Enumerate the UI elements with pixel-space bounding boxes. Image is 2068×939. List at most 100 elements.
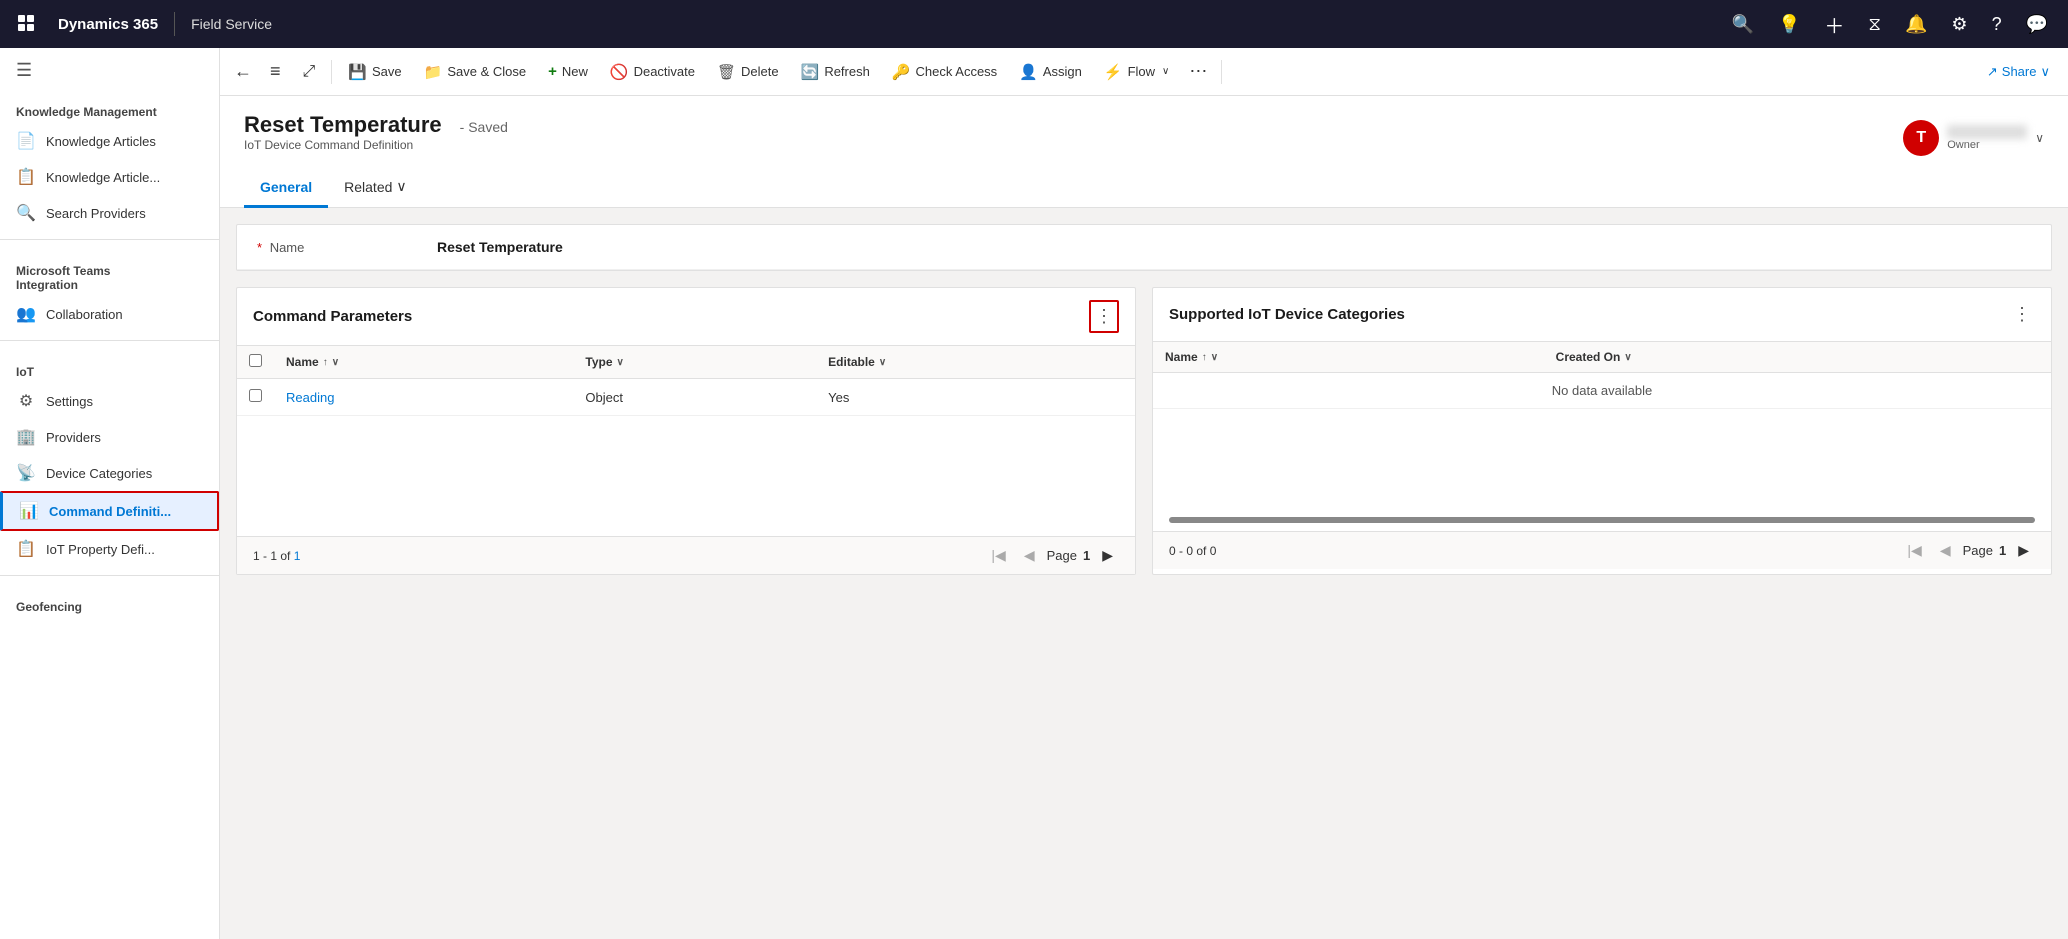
deactivate-button[interactable]: 🚫 Deactivate <box>600 57 705 87</box>
flow-dropdown-arrow: ∨ <box>1162 66 1169 77</box>
plus-icon[interactable]: ＋ <box>1816 6 1852 43</box>
filter-icon[interactable]: ⧖ <box>1860 10 1889 39</box>
col-type-header[interactable]: Type ∨ <box>585 355 804 369</box>
content-area: ← ≡ ⤢ 💾 Save 📁 Save & Close + New 🚫 <box>220 48 2068 939</box>
delete-label: Delete <box>741 64 779 79</box>
tab-general[interactable]: General <box>244 169 328 208</box>
share-dropdown-arrow: ∨ <box>2040 64 2050 80</box>
expand-icon[interactable]: ⤢ <box>293 57 326 87</box>
grid-apps-icon[interactable] <box>12 9 42 39</box>
check-access-label: Check Access <box>916 64 998 79</box>
command-bar: ← ≡ ⤢ 💾 Save 📁 Save & Close + New 🚫 <box>220 48 2068 96</box>
back-button[interactable]: ← <box>228 55 258 88</box>
tab-related[interactable]: Related ∨ <box>328 168 423 208</box>
sidebar-item-knowledge-articles-2[interactable]: 📋 Knowledge Article... <box>0 159 219 195</box>
reading-link[interactable]: Reading <box>286 390 334 405</box>
select-all-checkbox[interactable] <box>249 354 262 367</box>
sidebar-item-settings[interactable]: ⚙ Settings <box>0 383 219 419</box>
flow-button[interactable]: ⚡ Flow ∨ <box>1094 57 1179 87</box>
row-editable-cell: Yes <box>816 379 1135 416</box>
page-first-button[interactable]: |◀ <box>985 545 1011 566</box>
count-text: 1 - 1 of <box>253 549 294 563</box>
sidebar-item-search-providers[interactable]: 🔍 Search Providers <box>0 195 219 231</box>
share-button[interactable]: ↗ Share ∨ <box>1977 58 2060 86</box>
delete-button[interactable]: 🗑 Delete <box>707 57 789 87</box>
settings-sidebar-icon: ⚙ <box>16 391 36 411</box>
save-close-button[interactable]: 📁 Save & Close <box>414 57 536 87</box>
cat-page-next-button[interactable]: ▶ <box>2012 540 2035 561</box>
page-title-line: Reset Temperature - Saved <box>244 112 508 138</box>
sidebar-item-iot-property-defs[interactable]: 📋 IoT Property Defi... <box>0 531 219 567</box>
owner-avatar: T <box>1903 120 1939 156</box>
horizontal-scrollbar[interactable] <box>1169 517 2035 523</box>
chat-icon[interactable]: 💬 <box>2018 10 2056 39</box>
hamburger-icon[interactable]: ☰ <box>16 60 32 81</box>
grid-panels: Command Parameters ⋮ <box>236 287 2052 575</box>
form-label-name: * Name <box>257 240 437 255</box>
assign-button[interactable]: 👤 Assign <box>1009 57 1092 87</box>
search-icon[interactable]: 🔍 <box>1724 10 1762 39</box>
divider-1 <box>0 239 219 240</box>
command-parameters-spacer <box>237 416 1135 536</box>
device-categories-icon: 📡 <box>16 463 36 483</box>
page-title-row: Reset Temperature - Saved IoT Device Com… <box>244 112 2044 164</box>
col-name-header[interactable]: Name ↑ ∨ <box>286 355 561 369</box>
bell-icon[interactable]: 🔔 <box>1897 10 1935 39</box>
flow-label: Flow <box>1128 64 1155 79</box>
sidebar-item-knowledge-articles[interactable]: 📄 Knowledge Articles <box>0 123 219 159</box>
cat-col-created-header[interactable]: Created On ∨ <box>1556 350 2039 364</box>
cat-col-created-label: Created On <box>1556 350 1621 364</box>
help-icon[interactable]: ? <box>1984 10 2010 39</box>
sidebar-item-label-settings: Settings <box>46 394 203 409</box>
form-row-name: * Name Reset Temperature <box>237 225 2051 270</box>
col-editable-chevron: ∨ <box>879 357 886 368</box>
form-value-name[interactable]: Reset Temperature <box>437 239 563 255</box>
sidebar-item-command-definitions[interactable]: 📊 Command Definiti... <box>0 491 219 531</box>
row-checkbox[interactable] <box>249 389 262 402</box>
refresh-button[interactable]: 🔄 Refresh <box>791 57 880 87</box>
supported-categories-menu-icon[interactable]: ⋮ <box>2009 300 2035 329</box>
brand-name[interactable]: Dynamics 365 <box>58 16 158 33</box>
col-editable-header[interactable]: Editable ∨ <box>828 355 1123 369</box>
sidebar-item-collaboration[interactable]: 👥 Collaboration <box>0 296 219 332</box>
lightbulb-icon[interactable]: 💡 <box>1770 10 1808 39</box>
supported-categories-table: Name ↑ ∨ Created On ∨ <box>1153 342 2051 409</box>
assign-icon: 👤 <box>1019 63 1038 81</box>
search-providers-icon: 🔍 <box>16 203 36 223</box>
divider-3 <box>0 575 219 576</box>
col-name-chevron: ∨ <box>332 357 339 368</box>
section-teams: Microsoft TeamsIntegration <box>0 248 219 296</box>
page-next-button[interactable]: ▶ <box>1096 545 1119 566</box>
more-icon: ⋯ <box>1189 61 1207 82</box>
cat-footer-count: 0 - 0 of 0 <box>1169 544 1216 558</box>
command-parameters-menu-icon[interactable]: ⋮ <box>1089 300 1119 333</box>
page-prev-button[interactable]: ◀ <box>1018 545 1041 566</box>
collaboration-icon: 👥 <box>16 304 36 324</box>
col-checkbox <box>237 346 274 379</box>
more-button[interactable]: ⋯ <box>1181 55 1215 88</box>
sidebar-item-providers[interactable]: 🏢 Providers <box>0 419 219 455</box>
check-access-button[interactable]: 🔑 Check Access <box>882 57 1007 87</box>
sidebar-header: ☰ <box>0 48 219 89</box>
cat-page-prev-button[interactable]: ◀ <box>1934 540 1957 561</box>
page-saved-status: - Saved <box>460 119 508 135</box>
row-checkbox-cell <box>237 379 274 416</box>
share-icon: ↗ <box>1987 64 1998 80</box>
sidebar-item-device-categories[interactable]: 📡 Device Categories <box>0 455 219 491</box>
sidebar-item-label-command-definitions: Command Definiti... <box>49 504 201 519</box>
owner-name[interactable] <box>1947 125 2027 139</box>
cat-page-first-button[interactable]: |◀ <box>1901 540 1927 561</box>
save-button[interactable]: 💾 Save <box>338 57 411 87</box>
sidebar-item-label-device-categories: Device Categories <box>46 466 203 481</box>
cat-page-label: Page <box>1963 543 1993 558</box>
count-link[interactable]: 1 <box>294 549 301 563</box>
command-parameters-header: Command Parameters ⋮ <box>237 288 1135 346</box>
owner-chevron-icon[interactable]: ∨ <box>2035 131 2044 145</box>
new-button[interactable]: + New <box>538 57 598 86</box>
list-view-icon[interactable]: ≡ <box>260 55 291 88</box>
sort-asc-icon: ↑ <box>323 357 328 368</box>
settings-icon[interactable]: ⚙ <box>1943 10 1975 39</box>
cat-col-name-header[interactable]: Name ↑ ∨ <box>1165 350 1532 364</box>
cat-col-created: Created On ∨ <box>1544 342 2051 373</box>
supported-categories-title: Supported IoT Device Categories <box>1169 306 1405 323</box>
